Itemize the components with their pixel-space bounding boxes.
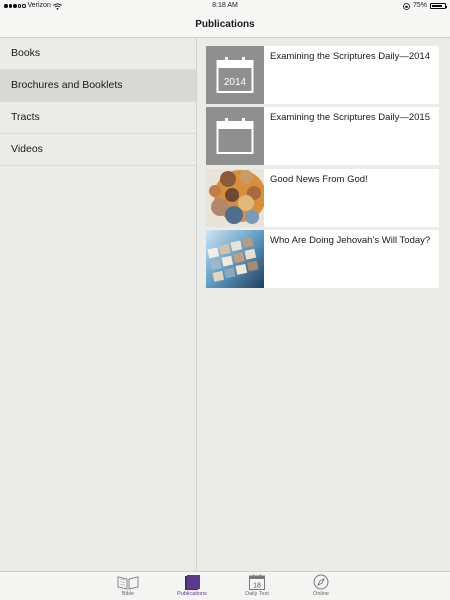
status-bar: Verizon 8:18 AM 75% — [0, 0, 450, 12]
tab-daily-text[interactable]: 18 Daily Text — [233, 574, 281, 600]
tab-label: Online — [313, 591, 329, 597]
list-item[interactable]: 2014 Examining the Scriptures Daily—2014 — [206, 46, 439, 104]
calendar-year-label: 2014 — [224, 77, 247, 88]
calendar-day-badge: 18 — [253, 583, 261, 590]
tab-publications[interactable]: Publications — [168, 574, 216, 600]
tab-online[interactable]: Online — [297, 574, 345, 600]
publication-title: Who Are Doing Jehovah’s Will Today? — [270, 235, 431, 246]
sidebar-item-videos[interactable]: Videos — [0, 134, 196, 166]
battery-level-fill — [431, 4, 442, 8]
sidebar-item-books[interactable]: Books — [0, 38, 196, 70]
sidebar-item-label: Brochures and Booklets — [11, 79, 123, 91]
publication-title: Examining the Scriptures Daily—2014 — [270, 51, 430, 62]
publication-thumbnail — [206, 107, 264, 165]
tab-label: Bible — [121, 591, 135, 597]
sidebar-item-label: Tracts — [11, 111, 40, 123]
list-item[interactable]: Good News From God! — [206, 169, 439, 227]
tab-bible[interactable]: Bible — [104, 574, 152, 600]
photo-tiles-thumbnail — [206, 230, 264, 288]
list-item[interactable]: Examining the Scriptures Daily—2015 — [206, 107, 439, 165]
sidebar-item-label: Videos — [11, 143, 43, 155]
tab-label: Publications — [177, 591, 207, 597]
photo-collage-image — [206, 169, 264, 227]
orientation-lock-icon — [403, 2, 410, 10]
calendar-icon: 2014 — [216, 57, 254, 93]
status-time: 8:18 AM — [212, 2, 238, 9]
photo-collage-thumbnail — [206, 169, 264, 227]
compass-icon — [313, 574, 329, 590]
sidebar-item-tracts[interactable]: Tracts — [0, 102, 196, 134]
publication-title: Good News From God! — [270, 174, 368, 185]
publication-title: Examining the Scriptures Daily—2015 — [270, 112, 430, 123]
nav-bar: Publications — [0, 12, 450, 38]
battery-percent: 75% — [412, 2, 427, 9]
calendar-icon: 18 — [249, 574, 265, 590]
publications-icon — [185, 575, 200, 590]
sidebar-item-label: Books — [11, 47, 41, 59]
open-book-icon — [117, 576, 139, 590]
app-screen: Verizon 8:18 AM 75% Publications Books B… — [0, 0, 450, 600]
tab-bar: Bible Publications 18 Daily Text Online — [0, 571, 450, 600]
photo-tiles-image — [206, 230, 264, 288]
calendar-icon — [216, 118, 254, 154]
tab-label: Daily Text — [245, 591, 269, 597]
status-right: 75% — [403, 0, 447, 12]
category-sidebar: Books Brochures and Booklets Tracts Vide… — [0, 38, 197, 571]
list-item[interactable]: Who Are Doing Jehovah’s Will Today? — [206, 230, 439, 288]
publication-list: 2014 Examining the Scriptures Daily—2014… — [198, 38, 450, 571]
battery-icon — [430, 3, 447, 9]
publication-thumbnail: 2014 — [206, 46, 264, 104]
page-title: Publications — [195, 19, 255, 30]
sidebar-item-brochures-and-booklets[interactable]: Brochures and Booklets — [0, 70, 196, 102]
